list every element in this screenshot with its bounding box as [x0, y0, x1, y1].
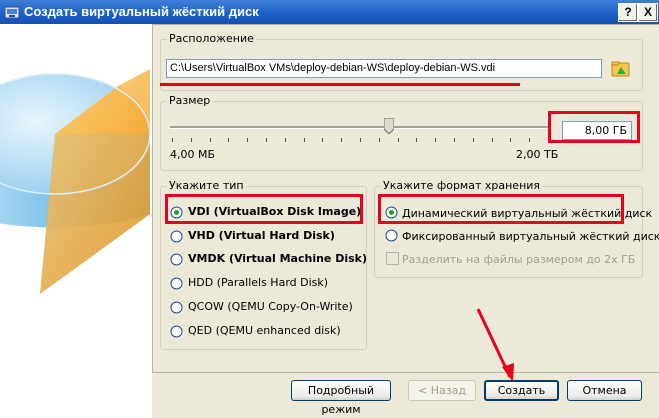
type-option-hdd[interactable]: HDD (Parallels Hard Disk)	[188, 276, 328, 289]
slider-tick	[247, 138, 249, 142]
create-disk-dialog: Создать виртуальный жёсткий диск ? X Рас…	[0, 0, 659, 418]
title-bar: Создать виртуальный жёсткий диск ? X	[0, 0, 659, 24]
size-slider-thumb[interactable]	[384, 118, 395, 134]
back-button[interactable]: < Назад	[408, 380, 476, 401]
slider-tick	[209, 138, 211, 142]
slider-tick	[472, 138, 474, 142]
radio-type-5[interactable]	[170, 325, 183, 338]
file-path-input[interactable]: C:\Users\VirtualBox VMs\deploy-debian-WS…	[166, 59, 602, 78]
type-option-vhd[interactable]: VHD (Virtual Hard Disk)	[188, 229, 335, 242]
arrow-annotation	[476, 308, 514, 382]
location-legend: Расположение	[167, 32, 256, 45]
slider-tick	[172, 138, 173, 142]
slider-tick	[284, 138, 286, 142]
dynamic-highlight-annotation	[378, 194, 624, 224]
size-highlight-annotation	[548, 111, 640, 143]
vdi-highlight-annotation	[165, 194, 363, 224]
close-button[interactable]: X	[638, 3, 658, 22]
slider-tick	[228, 138, 230, 142]
slider-tick	[435, 138, 437, 142]
path-underline-annotation	[160, 83, 520, 86]
slider-tick	[454, 138, 455, 142]
cancel-button[interactable]: Отмена	[567, 380, 642, 401]
slider-tick	[190, 138, 192, 142]
storage-option-fixed[interactable]: Фиксированный виртуальный жёсткий диск	[402, 230, 659, 243]
slider-tick	[322, 138, 324, 142]
size-min-label: 4,00 МБ	[170, 148, 216, 161]
storage-format-legend: Укажите формат хранения	[381, 179, 543, 192]
slider-tick	[529, 138, 531, 142]
size-legend: Размер	[167, 94, 213, 107]
folder-browse-icon[interactable]	[611, 59, 631, 78]
radio-fixed[interactable]	[385, 229, 398, 242]
slider-tick	[510, 138, 512, 142]
slider-tick	[397, 138, 399, 142]
type-option-qed[interactable]: QED (QEMU enhanced disk)	[188, 324, 341, 337]
radio-type-2[interactable]	[170, 253, 183, 266]
slider-tick	[491, 138, 493, 142]
help-button[interactable]: ?	[618, 3, 638, 22]
slider-tick	[266, 138, 267, 142]
radio-type-4[interactable]	[170, 301, 183, 314]
radio-type-1[interactable]	[170, 230, 183, 243]
slider-tick	[416, 138, 418, 142]
wizard-illustration	[0, 24, 152, 418]
expert-mode-button[interactable]: Подробный режим	[291, 380, 391, 416]
size-slider-track[interactable]	[170, 126, 548, 129]
virtualbox-app-icon	[4, 6, 20, 19]
slider-tick	[360, 138, 361, 142]
slider-tick	[378, 138, 380, 142]
type-option-qcow[interactable]: QCOW (QEMU Copy-On-Write)	[188, 300, 353, 313]
split-files-label: Разделить на файлы размером до 2х ГБ	[402, 253, 636, 266]
slider-tick	[303, 138, 305, 142]
disk-pie-image	[0, 24, 152, 418]
radio-type-3[interactable]	[170, 277, 183, 290]
type-option-vmdk[interactable]: VMDK (Virtual Machine Disk)	[188, 252, 367, 265]
size-max-label: 2,00 ТБ	[516, 148, 559, 161]
split-files-checkbox[interactable]	[386, 252, 399, 265]
slider-tick	[341, 138, 343, 142]
window-title: Создать виртуальный жёсткий диск	[24, 4, 259, 19]
disk-type-legend: Укажите тип	[167, 179, 246, 192]
